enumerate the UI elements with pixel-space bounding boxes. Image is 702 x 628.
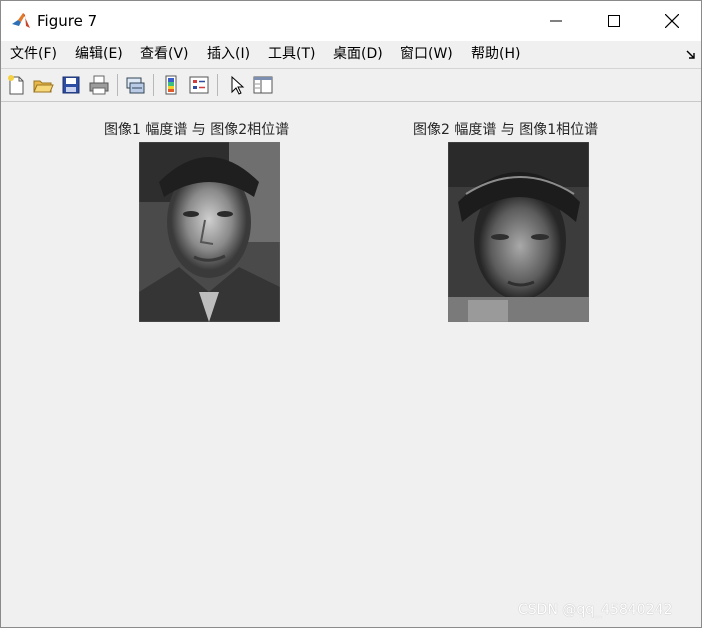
maximize-icon	[608, 15, 620, 27]
figure-window: Figure 7 文件(F) 编辑(E) 查看(V) 插入(I) 工具(T) 桌…	[0, 0, 702, 628]
title-bar[interactable]: Figure 7	[1, 1, 701, 41]
toolbar-divider	[117, 74, 118, 96]
legend-icon[interactable]	[188, 74, 210, 96]
new-figure-icon[interactable]	[5, 74, 27, 96]
property-inspector-icon[interactable]	[252, 74, 274, 96]
subplot-2-image[interactable]	[448, 142, 589, 322]
toolbar-divider	[217, 74, 218, 96]
subplot-1-image[interactable]	[139, 142, 280, 322]
subplot-1-title: 图像1 幅度谱 与 图像2相位谱	[104, 122, 290, 138]
menu-file[interactable]: 文件(F)	[10, 45, 57, 63]
toolbar-divider	[153, 74, 154, 96]
save-icon[interactable]	[60, 74, 82, 96]
pointer-icon[interactable]	[226, 74, 248, 96]
watermark: CSDN @qq_45840242	[518, 602, 673, 618]
minimize-icon	[550, 20, 562, 22]
menu-insert[interactable]: 插入(I)	[207, 45, 250, 63]
toolbar	[1, 69, 701, 101]
dock-arrow-icon[interactable]	[685, 49, 697, 61]
menu-view[interactable]: 查看(V)	[140, 45, 189, 63]
maximize-button[interactable]	[585, 1, 643, 41]
menu-tools[interactable]: 工具(T)	[268, 45, 315, 63]
minimize-button[interactable]	[527, 1, 585, 41]
toolbar-divider	[1, 101, 701, 102]
close-icon	[665, 14, 679, 28]
link-plot-icon[interactable]	[124, 74, 146, 96]
menu-help[interactable]: 帮助(H)	[471, 45, 520, 63]
open-file-icon[interactable]	[32, 74, 54, 96]
menu-edit[interactable]: 编辑(E)	[75, 45, 123, 63]
menu-bar: 文件(F) 编辑(E) 查看(V) 插入(I) 工具(T) 桌面(D) 窗口(W…	[1, 41, 701, 67]
close-button[interactable]	[643, 1, 701, 41]
menu-desktop[interactable]: 桌面(D)	[333, 45, 383, 63]
menu-window[interactable]: 窗口(W)	[400, 45, 453, 63]
matlab-logo-icon	[11, 11, 31, 31]
subplot-2-title: 图像2 幅度谱 与 图像1相位谱	[413, 122, 599, 138]
colorbar-icon[interactable]	[161, 74, 183, 96]
window-title: Figure 7	[37, 12, 98, 30]
print-icon[interactable]	[88, 74, 110, 96]
